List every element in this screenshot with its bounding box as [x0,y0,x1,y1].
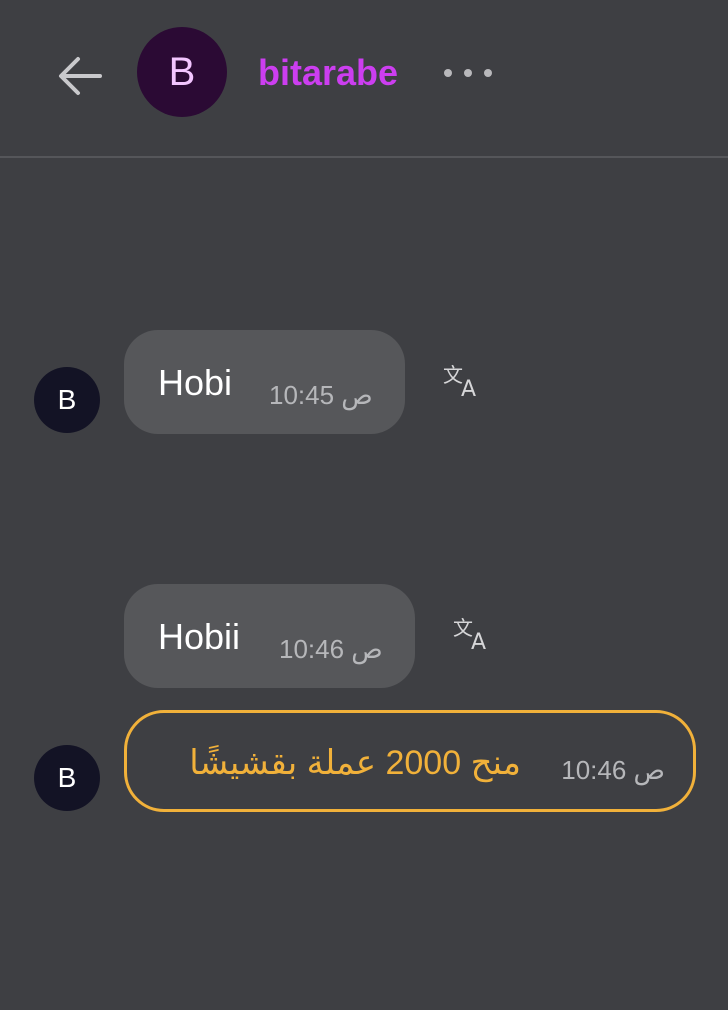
back-arrow-icon [59,57,102,95]
sender-avatar[interactable]: B [34,367,100,433]
svg-text:A: A [461,377,476,402]
contact-name[interactable]: bitarabe [258,52,398,94]
header-avatar[interactable]: B [137,27,227,117]
more-options-icon [444,69,452,77]
translate-button[interactable]: 文 A [441,362,485,402]
svg-text:文: 文 [453,616,473,640]
back-button[interactable] [52,48,108,104]
message-time: ص 10:46 [279,634,383,664]
message-text: Hobi [158,362,233,403]
chat-header: B bitarabe [0,0,728,158]
more-dot [464,69,472,77]
more-options-button[interactable] [440,60,496,86]
message-time: ص 10:46 [561,755,665,785]
message-bubble[interactable]: Hobi ص 10:45 [124,330,405,434]
svg-text:A: A [471,630,486,655]
svg-text:文: 文 [443,363,463,387]
message-text: Hobii [158,616,241,657]
sender-avatar[interactable]: B [34,745,100,811]
translate-icon: 文 A [453,616,486,655]
tip-message-text: منح 2000 عملة بقشيشًا [189,744,521,782]
tip-message-bubble: منح 2000 عملة بقشيشًا ص 10:46 [124,710,696,812]
message-bubble[interactable]: Hobii ص 10:46 [124,584,415,688]
more-dot [484,69,492,77]
translate-button[interactable]: 文 A [451,615,495,655]
message-time: ص 10:45 [269,380,373,410]
translate-icon: 文 A [443,363,476,402]
